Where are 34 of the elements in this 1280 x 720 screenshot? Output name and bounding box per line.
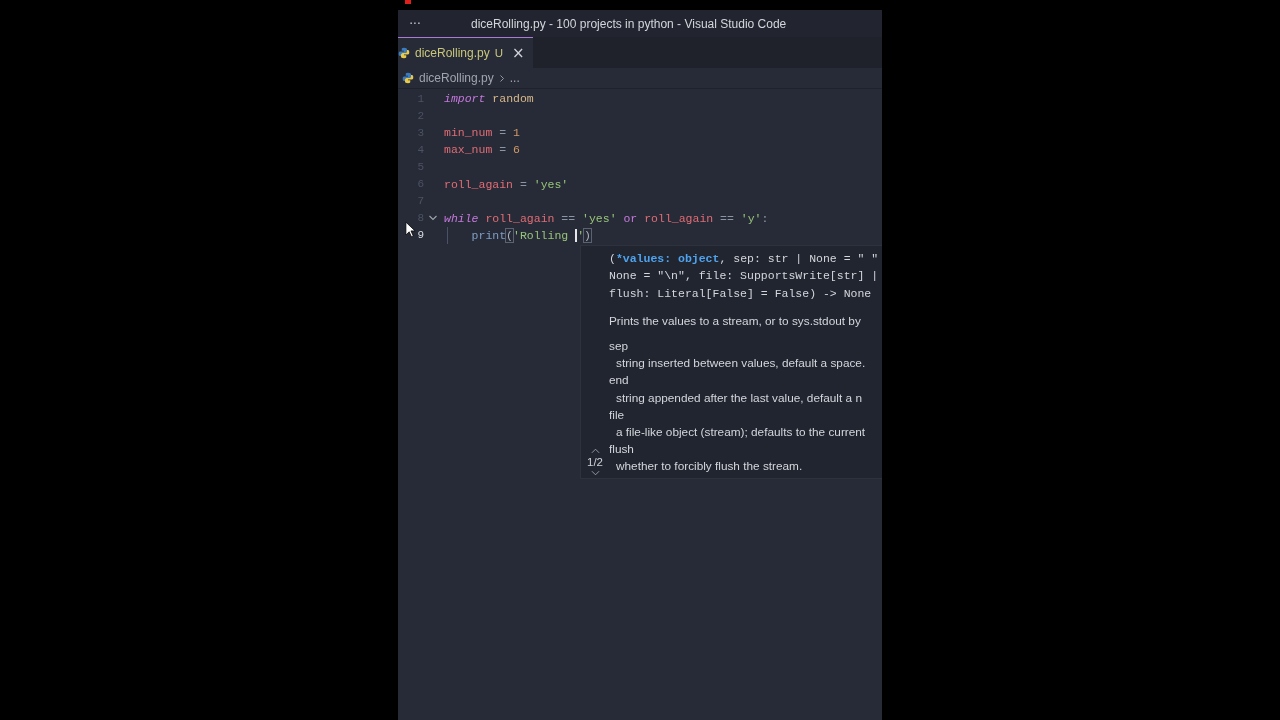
chevron-down-icon[interactable] bbox=[590, 469, 600, 476]
line-number: 9 bbox=[417, 229, 424, 242]
python-icon bbox=[398, 47, 410, 59]
parameter-name: sep bbox=[609, 337, 630, 355]
code-line: while roll_again == 'yes' or roll_again == 'y': bbox=[444, 211, 769, 225]
code-line: roll_again = 'yes' bbox=[444, 177, 569, 191]
signature-line: (*values: object, sep: str | None = " " bbox=[609, 251, 880, 267]
python-icon bbox=[402, 72, 414, 84]
chevron-up-icon[interactable] bbox=[590, 447, 600, 454]
breadcrumb-item[interactable]: diceRolling.py bbox=[419, 71, 494, 85]
parameter-name: flush bbox=[609, 441, 635, 459]
breadcrumb-item[interactable]: ... bbox=[509, 71, 520, 85]
signature-line: None = "\n", file: SupportsWrite[str] | bbox=[609, 268, 880, 285]
tab-label: diceRolling.py bbox=[415, 46, 490, 60]
code-line: import random bbox=[444, 92, 534, 106]
mouse-pointer-icon bbox=[405, 221, 416, 238]
parameter-name: end bbox=[609, 372, 630, 390]
editor-tab[interactable]: diceRolling.py U × bbox=[398, 37, 533, 68]
code-line: print('Rolling ') bbox=[471, 228, 591, 243]
page-counter: 1/2 bbox=[587, 455, 603, 468]
signature-line: flush: Literal[False] = False) -> None bbox=[609, 285, 873, 302]
close-button[interactable]: × bbox=[512, 44, 525, 62]
parameter-description: string inserted between values, default a space. bbox=[615, 355, 867, 373]
parameter-description: a file-like object (stream); defaults to the current bbox=[615, 423, 867, 441]
parameter-description: whether to forcibly flush the stream. bbox=[615, 458, 804, 476]
code-line: min_num = 1 bbox=[444, 126, 520, 140]
chevron-right-icon bbox=[498, 73, 505, 83]
parameter-name: file bbox=[609, 406, 626, 424]
parameter-description: string appended after the last value, default a n bbox=[615, 389, 863, 407]
menu-button[interactable]: ··· bbox=[398, 16, 432, 31]
description-text: Prints the values to a stream, or to sys.stdout by bbox=[609, 312, 862, 330]
untracked-status-label: U bbox=[494, 47, 504, 59]
code-line: max_num = 6 bbox=[444, 143, 520, 157]
window-title: diceRolling.py - 100 projects in python - Visual Studio Code bbox=[471, 16, 787, 31]
